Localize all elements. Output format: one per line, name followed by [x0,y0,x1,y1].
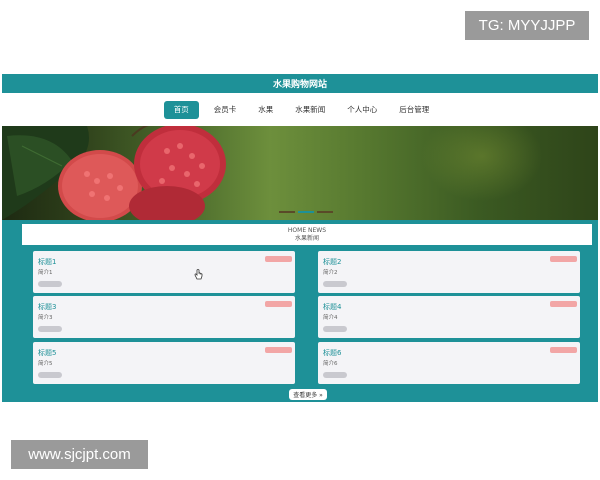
watermark-bottom: www.sjcjpt.com [11,440,148,469]
date-badge [550,347,577,353]
news-card-desc: 简介1 [38,270,53,276]
site-frame: 水果购物网站 首页 会员卡 水果 水果新闻 个人中心 后台管理 HOME NEW… [2,74,598,402]
nav-fruit[interactable]: 水果 [251,101,280,119]
news-card-desc: 简介2 [323,270,338,276]
news-heading-en: HOME NEWS [287,226,327,234]
carousel-dot[interactable] [317,211,333,213]
news-heading-cn: 水果新闻 [294,234,319,242]
date-badge [265,256,292,262]
news-card[interactable]: 标题3 简介3 [33,296,295,338]
date-badge [550,301,577,307]
date-badge [265,301,292,307]
news-card[interactable]: 标题6 简介6 [318,342,580,384]
news-card[interactable]: 标题5 简介5 [33,342,295,384]
read-more-button[interactable] [38,281,62,287]
carousel-indicators[interactable] [279,211,333,213]
date-badge [550,256,577,262]
read-more-button[interactable] [323,281,347,287]
carousel-dot[interactable] [279,211,295,213]
nav-admin[interactable]: 后台管理 [392,101,436,119]
hand-cursor-icon [194,269,203,280]
raspberry-photo-icon [2,126,226,220]
news-card-desc: 简介3 [38,315,53,321]
news-card[interactable]: 标题1 简介1 [33,251,295,293]
news-card[interactable]: 标题2 简介2 [318,251,580,293]
news-section-header: HOME NEWS 水果新闻 [22,224,592,245]
view-more-button[interactable]: 查看更多 » [289,389,327,400]
news-card-title[interactable]: 标题6 [323,348,341,358]
watermark-top: TG: MYYJJPP [465,11,589,40]
main-nav: 首页 会员卡 水果 水果新闻 个人中心 后台管理 [2,93,598,126]
news-card-title[interactable]: 标题2 [323,257,341,267]
news-card-title[interactable]: 标题3 [38,302,56,312]
nav-personal-center[interactable]: 个人中心 [340,101,384,119]
news-card-desc: 简介6 [323,361,338,367]
read-more-button[interactable] [323,372,347,378]
news-card-title[interactable]: 标题1 [38,257,56,267]
news-card[interactable]: 标题4 简介4 [318,296,580,338]
news-card-desc: 简介4 [323,315,338,321]
banner-carousel[interactable] [2,126,598,220]
news-card-title[interactable]: 标题5 [38,348,56,358]
read-more-button[interactable] [38,326,62,332]
news-card-desc: 简介5 [38,361,53,367]
nav-member-card[interactable]: 会员卡 [207,101,244,119]
date-badge [265,347,292,353]
news-card-title[interactable]: 标题4 [323,302,341,312]
nav-fruit-news[interactable]: 水果新闻 [288,101,332,119]
read-more-button[interactable] [323,326,347,332]
read-more-button[interactable] [38,372,62,378]
nav-home[interactable]: 首页 [163,100,199,119]
site-title: 水果购物网站 [272,80,327,90]
carousel-dot-active[interactable] [298,211,314,213]
